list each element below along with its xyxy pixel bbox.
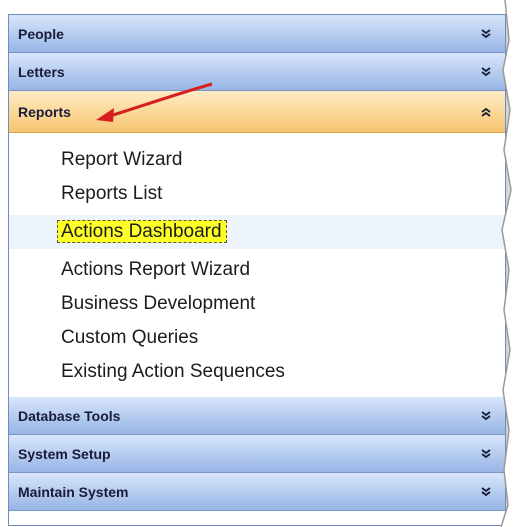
list-item-report-wizard[interactable]: Report Wizard: [61, 147, 182, 173]
list-item-custom-queries[interactable]: Custom Queries: [61, 325, 198, 351]
section-label: Maintain System: [18, 483, 129, 500]
chevron-double-down-icon[interactable]: [481, 448, 491, 459]
list-item-existing-action-sequences[interactable]: Existing Action Sequences: [61, 359, 285, 385]
chevron-double-down-icon[interactable]: [481, 410, 491, 421]
section-label: System Setup: [18, 445, 111, 462]
selected-item-label: Actions Dashboard: [57, 220, 227, 243]
list-item-actions-dashboard[interactable]: Actions Dashboard: [57, 219, 227, 245]
section-header-database-tools[interactable]: Database Tools: [9, 397, 505, 435]
list-item-reports-list[interactable]: Reports List: [61, 181, 162, 207]
chevron-double-down-icon[interactable]: [481, 66, 491, 77]
section-header-maintain-system[interactable]: Maintain System: [9, 473, 505, 511]
torn-edge-decoration: [500, 0, 517, 527]
section-header-letters[interactable]: Letters: [9, 53, 505, 91]
list-item-business-development[interactable]: Business Development: [61, 291, 255, 317]
chevron-double-down-icon[interactable]: [481, 28, 491, 39]
chevron-double-up-icon[interactable]: [481, 107, 491, 117]
section-label: Database Tools: [18, 407, 121, 424]
section-header-system-setup[interactable]: System Setup: [9, 435, 505, 473]
section-label: People: [18, 25, 64, 42]
navigation-panel: People Letters Reports Report Wizard Rep…: [8, 14, 506, 526]
list-item-actions-report-wizard[interactable]: Actions Report Wizard: [61, 257, 250, 283]
section-label: Letters: [18, 63, 65, 80]
section-header-people[interactable]: People: [9, 15, 505, 53]
red-arrow-icon: [96, 82, 213, 122]
section-label: Reports: [18, 103, 71, 120]
chevron-double-down-icon[interactable]: [481, 486, 491, 497]
section-header-reports[interactable]: Reports: [9, 91, 505, 133]
